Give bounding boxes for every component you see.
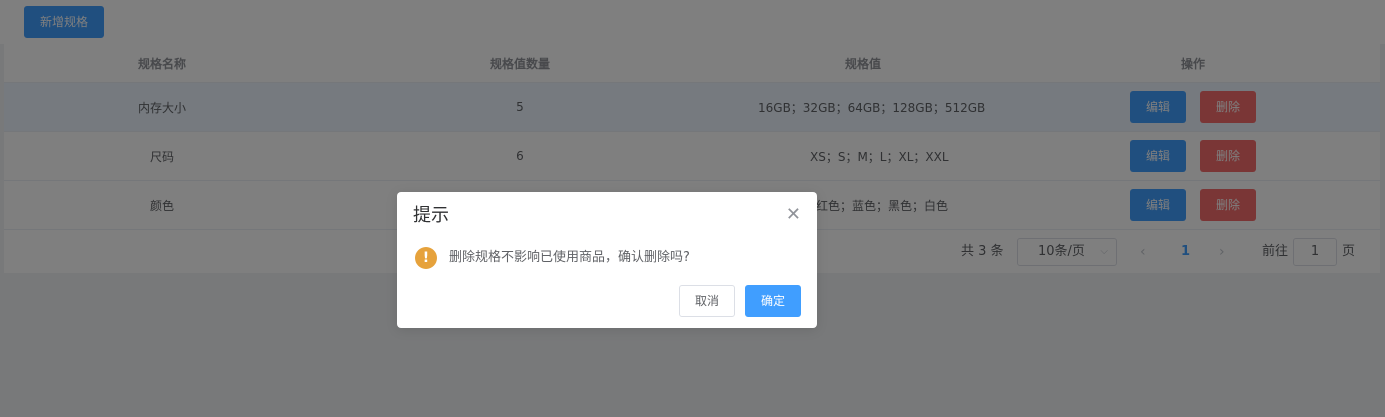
cancel-button[interactable]: 取消 xyxy=(679,285,735,317)
close-icon[interactable]: ✕ xyxy=(786,205,801,225)
warning-icon: ! xyxy=(415,247,437,269)
confirm-dialog: 提示 ✕ ! 删除规格不影响已使用商品，确认删除吗? 取消 确定 xyxy=(397,192,817,328)
confirm-button[interactable]: 确定 xyxy=(745,285,801,317)
dialog-title: 提示 xyxy=(413,205,449,226)
dialog-message: 删除规格不影响已使用商品，确认删除吗? xyxy=(449,250,690,265)
